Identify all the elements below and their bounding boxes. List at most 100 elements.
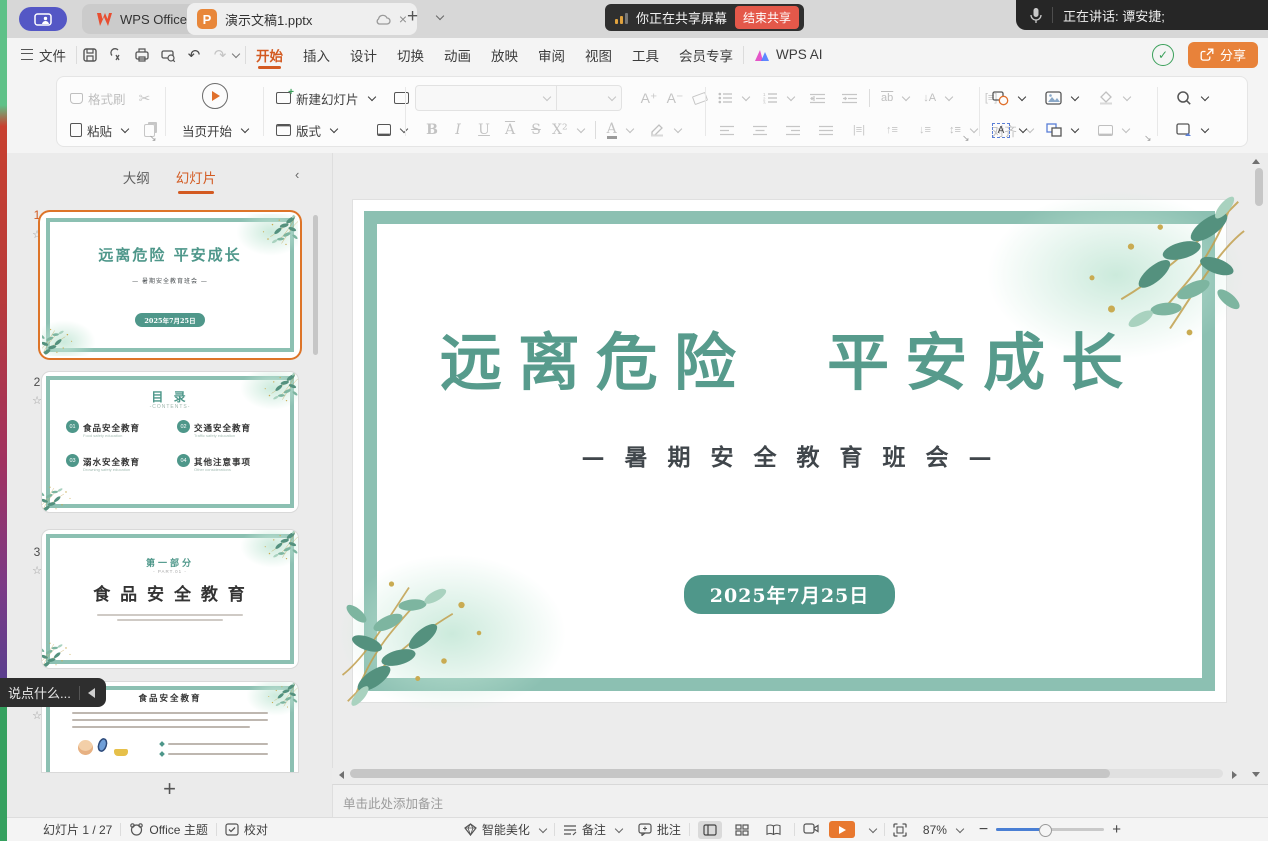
paste-button[interactable]: 粘贴 [67,121,131,140]
undo-button[interactable]: ↶ [181,43,207,67]
highlight-color-button[interactable] [646,123,684,137]
text-box-button[interactable]: A [989,123,1029,138]
smart-beautify-button[interactable]: 智能美化 [456,821,554,838]
panel-scrollbar-thumb[interactable] [313,215,318,355]
underline-button[interactable]: U [471,122,497,138]
end-share-button[interactable]: 结束共享 [735,6,799,29]
tab-design[interactable]: 设计 [340,38,387,71]
insert-group-expander[interactable]: ↘ [1144,133,1152,144]
chat-bubble[interactable]: 说点什么... [0,678,106,707]
bullet-list-button[interactable] [715,92,752,104]
print-button[interactable] [129,43,155,67]
current-slide[interactable]: 远离危险 平安成长 — 暑 期 安 全 教 育 班 会 — 2025年7月25日 [353,200,1226,702]
cut-icon[interactable]: ✂ [133,87,157,109]
collapse-bubble-icon[interactable] [88,688,95,698]
slide-thumbnail-3[interactable]: 第一部分 - PART.01 - 食 品 安 全 教 育 [42,530,298,668]
export-button[interactable] [103,43,129,67]
strikethrough-button[interactable]: S [523,122,549,138]
tab-member[interactable]: 会员专享 [669,38,743,71]
tab-slides[interactable]: 幻灯片 [176,167,217,187]
notes-bar[interactable]: 单击此处添加备注 [332,784,1268,819]
text-orientation-button[interactable]: ↓A [920,92,955,104]
slide-sorter-view-button[interactable] [730,821,754,839]
notes-toggle-button[interactable]: 备注 [555,821,630,838]
placeholder-button[interactable] [1095,125,1132,136]
fit-slide-button[interactable] [885,823,915,837]
close-tab-icon[interactable]: × [399,11,407,27]
tab-view[interactable]: 视图 [575,38,622,71]
align-center-icon[interactable] [748,119,772,141]
tab-insert[interactable]: 插入 [293,38,340,71]
vertical-scrollbar-thumb[interactable] [1255,168,1263,206]
char-spacing-button[interactable]: A [497,122,523,138]
zoom-level[interactable]: 87% [915,823,971,837]
comments-button[interactable]: 批注 [630,821,689,838]
layout-button[interactable]: 版式 [273,121,340,140]
tab-list-chevron-icon[interactable] [436,12,444,20]
new-tab-button[interactable]: + [407,6,418,28]
decrease-indent-icon[interactable] [805,87,829,109]
arrange-button[interactable] [1043,123,1081,137]
play-from-current-button[interactable]: 当页开始 [179,121,251,140]
slide-title[interactable]: 远离危险 平安成长 [353,312,1226,402]
superscript-button[interactable]: X² [549,122,587,138]
slide-date-badge[interactable]: 2025年7月25日 [684,575,896,614]
proofing-button[interactable]: 校对 [217,821,276,838]
scroll-left-icon[interactable] [339,771,344,779]
slide-thumbnail-1[interactable]: 远离危险 平安成长 — 暑期安全教育班会 — 2025年7月25日 [42,214,298,356]
font-color-button[interactable]: A [604,122,636,139]
clear-format-icon[interactable] [688,87,712,109]
clipboard-group-expander[interactable]: ↘ [149,133,157,144]
justify-icon[interactable] [814,119,838,141]
tab-wps-ai[interactable]: WPS AI [744,38,833,71]
line-spacing-inc-icon[interactable]: ↑≡ [880,119,904,141]
new-slide-button[interactable]: + 新建幻灯片 [273,89,378,108]
zoom-out-button[interactable]: − [971,821,996,839]
line-spacing-dec-icon[interactable]: ↓≡ [913,119,937,141]
align-left-icon[interactable] [715,119,739,141]
cloud-sync-icon[interactable] [375,14,391,25]
slide-subtitle[interactable]: — 暑 期 安 全 教 育 班 会 — [353,438,1226,472]
tab-outline[interactable]: 大纲 [123,167,150,187]
find-button[interactable] [1173,90,1211,106]
play-options-chevron-icon[interactable] [869,824,877,832]
horizontal-scrollbar-track[interactable] [350,769,1223,778]
bold-button[interactable]: B [419,122,445,138]
increase-indent-icon[interactable] [837,87,861,109]
zoom-slider-thumb[interactable] [1039,824,1052,837]
home-tab[interactable]: WPS Office [82,4,201,34]
zoom-in-button[interactable]: + [1104,821,1129,838]
add-slide-button[interactable]: + [7,776,332,816]
save-button[interactable] [77,43,103,67]
zoom-slider[interactable] [996,828,1104,831]
tab-animation[interactable]: 动画 [434,38,481,71]
tab-slideshow[interactable]: 放映 [481,38,528,71]
collapse-panel-icon[interactable]: ‹ [295,167,299,182]
switch-window-button[interactable] [1173,123,1211,137]
share-button[interactable]: 分享 [1188,42,1258,68]
align-right-icon[interactable] [781,119,805,141]
fill-color-button[interactable] [1095,91,1133,105]
insert-shape-button[interactable] [989,91,1028,106]
decrease-font-button[interactable]: A⁻ [662,90,688,107]
scroll-up-icon[interactable] [1252,159,1260,164]
play-from-current-icon[interactable] [202,83,228,109]
increase-font-button[interactable]: A⁺ [636,90,662,107]
print-preview-button[interactable] [155,43,181,67]
record-show-icon[interactable] [803,822,819,838]
horizontal-scrollbar-thumb[interactable] [350,769,1110,778]
scroll-down-icon[interactable] [1252,772,1260,777]
tab-tools[interactable]: 工具 [622,38,669,71]
numbered-list-button[interactable]: 123 [760,92,797,104]
distribute-icon[interactable]: |≡| [847,119,871,141]
insert-picture-button[interactable] [1042,91,1081,105]
theme-button[interactable]: Office 主题 [121,821,215,838]
normal-view-button[interactable] [698,821,722,839]
slide-thumbnail-2[interactable]: 目 录 -CONTENTS- 01 食品安全教育 Food safety edu… [42,372,298,512]
text-direction-button[interactable]: ab [878,92,912,104]
redo-button[interactable]: ↷ [207,43,233,67]
tab-transition[interactable]: 切换 [387,38,434,71]
font-size-select[interactable] [557,85,622,111]
format-painter-button[interactable]: 格式刷 [67,89,129,108]
scroll-right-icon[interactable] [1232,771,1237,779]
